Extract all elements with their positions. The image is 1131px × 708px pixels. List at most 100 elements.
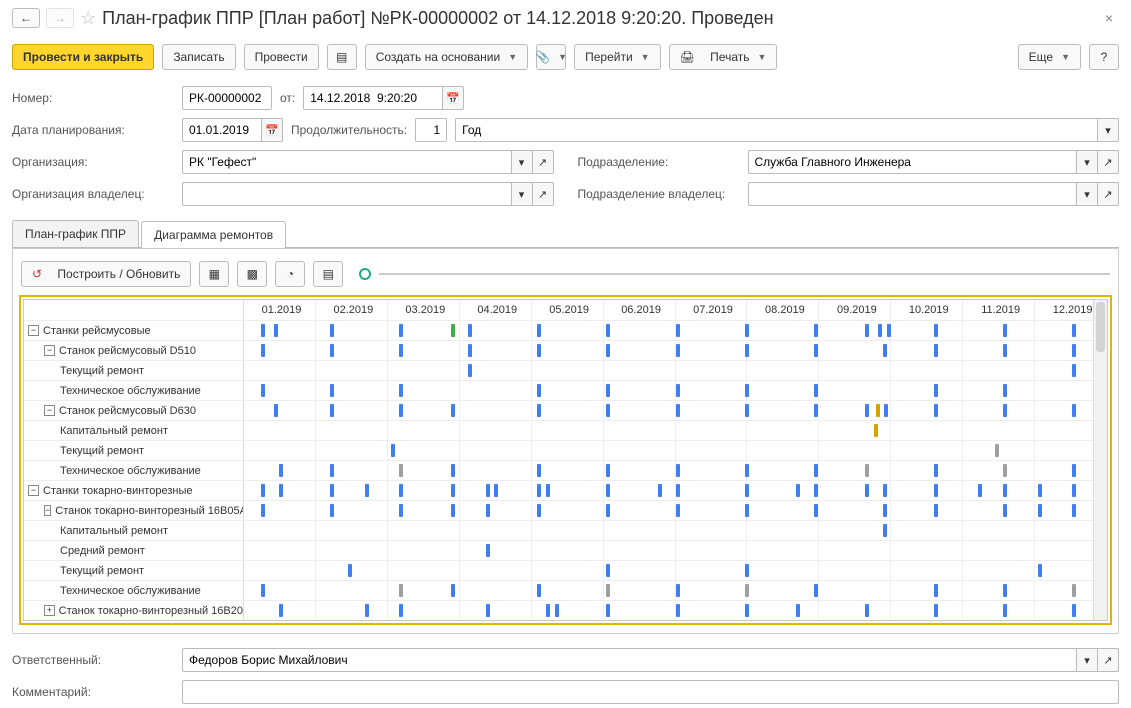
gantt-marker[interactable]: [745, 404, 749, 417]
view-mode-2-button[interactable]: ▩: [237, 261, 267, 287]
gantt-marker[interactable]: [676, 404, 680, 417]
gantt-marker[interactable]: [330, 324, 334, 337]
view-mode-1-button[interactable]: ▦: [199, 261, 229, 287]
gantt-marker[interactable]: [745, 324, 749, 337]
duration-unit-select[interactable]: [455, 118, 1098, 142]
gantt-marker[interactable]: [745, 384, 749, 397]
gantt-marker[interactable]: [399, 384, 403, 397]
gantt-marker[interactable]: [537, 464, 541, 477]
gantt-marker[interactable]: [546, 484, 550, 497]
gantt-marker[interactable]: [606, 504, 610, 517]
vertical-scrollbar[interactable]: [1093, 300, 1107, 620]
gantt-marker[interactable]: [1003, 504, 1007, 517]
gantt-marker[interactable]: [546, 604, 550, 617]
gantt-marker[interactable]: [274, 404, 278, 417]
gantt-row[interactable]: Текущий ремонт: [24, 360, 1107, 380]
expand-icon[interactable]: +: [44, 605, 55, 616]
gantt-marker[interactable]: [745, 344, 749, 357]
gantt-row[interactable]: Техническое обслуживание: [24, 460, 1107, 480]
gantt-marker[interactable]: [391, 444, 395, 457]
open-button[interactable]: ↗: [532, 182, 554, 206]
save-button[interactable]: Записать: [162, 44, 235, 70]
gantt-marker[interactable]: [1072, 324, 1076, 337]
gantt-marker[interactable]: [606, 564, 610, 577]
gantt-marker[interactable]: [796, 604, 800, 617]
gantt-marker[interactable]: [814, 404, 818, 417]
tab-repair-diagram[interactable]: Диаграмма ремонтов: [141, 221, 286, 248]
print-button[interactable]: 🖨 Печать▼: [669, 44, 778, 70]
subdivision-input[interactable]: [748, 150, 1078, 174]
duration-input[interactable]: [415, 118, 447, 142]
gantt-marker[interactable]: [814, 344, 818, 357]
dropdown-button[interactable]: ▾: [1076, 182, 1098, 206]
gantt-marker[interactable]: [934, 584, 938, 597]
gantt-marker[interactable]: [537, 404, 541, 417]
gantt-row[interactable]: −Станки токарно-винторезные: [24, 480, 1107, 500]
gantt-marker[interactable]: [1038, 484, 1042, 497]
gantt-marker[interactable]: [606, 404, 610, 417]
gantt-marker[interactable]: [814, 384, 818, 397]
gantt-marker[interactable]: [451, 584, 455, 597]
gantt-marker[interactable]: [878, 324, 882, 337]
gantt-marker[interactable]: [934, 484, 938, 497]
dropdown-button[interactable]: ▾: [511, 182, 533, 206]
owner-sub-input[interactable]: [748, 182, 1078, 206]
gantt-marker[interactable]: [745, 504, 749, 517]
gantt-marker[interactable]: [399, 404, 403, 417]
gantt-marker[interactable]: [796, 484, 800, 497]
gantt-marker[interactable]: [676, 584, 680, 597]
plan-date-input[interactable]: [182, 118, 262, 142]
gantt-marker[interactable]: [606, 464, 610, 477]
gantt-row[interactable]: Капитальный ремонт: [24, 520, 1107, 540]
gantt-marker[interactable]: [1003, 584, 1007, 597]
gantt-marker[interactable]: [261, 344, 265, 357]
zoom-slider[interactable]: [351, 268, 1110, 280]
collapse-icon[interactable]: −: [44, 345, 55, 356]
gantt-marker[interactable]: [676, 384, 680, 397]
gantt-marker[interactable]: [883, 504, 887, 517]
gantt-marker[interactable]: [745, 604, 749, 617]
gantt-marker[interactable]: [279, 604, 283, 617]
post-button[interactable]: Провести: [244, 44, 319, 70]
gantt-row[interactable]: +Станок токарно-винторезный 16В20: [24, 600, 1107, 620]
gantt-marker[interactable]: [865, 404, 869, 417]
dropdown-button[interactable]: ▾: [1076, 648, 1098, 672]
build-refresh-button[interactable]: ↺ Построить / Обновить: [21, 261, 191, 287]
attachments-button[interactable]: 📎▼: [536, 44, 566, 70]
comment-input[interactable]: [182, 680, 1119, 704]
gantt-marker[interactable]: [537, 504, 541, 517]
gantt-marker[interactable]: [676, 604, 680, 617]
gantt-marker[interactable]: [1072, 584, 1076, 597]
gantt-marker[interactable]: [865, 464, 869, 477]
gantt-marker[interactable]: [1003, 384, 1007, 397]
gantt-marker[interactable]: [399, 484, 403, 497]
gantt-marker[interactable]: [537, 384, 541, 397]
gantt-marker[interactable]: [934, 404, 938, 417]
gantt-marker[interactable]: [261, 324, 265, 337]
gantt-marker[interactable]: [606, 484, 610, 497]
collapse-icon[interactable]: −: [44, 405, 55, 416]
gantt-marker[interactable]: [1003, 604, 1007, 617]
gantt-marker[interactable]: [606, 604, 610, 617]
gantt-marker[interactable]: [486, 604, 490, 617]
gantt-marker[interactable]: [676, 484, 680, 497]
gantt-marker[interactable]: [814, 584, 818, 597]
gantt-marker[interactable]: [745, 464, 749, 477]
gantt-marker[interactable]: [676, 464, 680, 477]
gantt-marker[interactable]: [279, 484, 283, 497]
gantt-marker[interactable]: [261, 504, 265, 517]
gantt-marker[interactable]: [261, 584, 265, 597]
gantt-marker[interactable]: [399, 604, 403, 617]
gantt-marker[interactable]: [399, 344, 403, 357]
gantt-marker[interactable]: [451, 404, 455, 417]
gantt-marker[interactable]: [330, 464, 334, 477]
gantt-marker[interactable]: [468, 364, 472, 377]
goto-button[interactable]: Перейти▼: [574, 44, 660, 70]
gantt-marker[interactable]: [1003, 324, 1007, 337]
gantt-marker[interactable]: [537, 584, 541, 597]
gantt-marker[interactable]: [1038, 504, 1042, 517]
gantt-row[interactable]: Техническое обслуживание: [24, 380, 1107, 400]
gantt-marker[interactable]: [1072, 504, 1076, 517]
help-button[interactable]: ?: [1089, 44, 1119, 70]
date-input[interactable]: [303, 86, 443, 110]
